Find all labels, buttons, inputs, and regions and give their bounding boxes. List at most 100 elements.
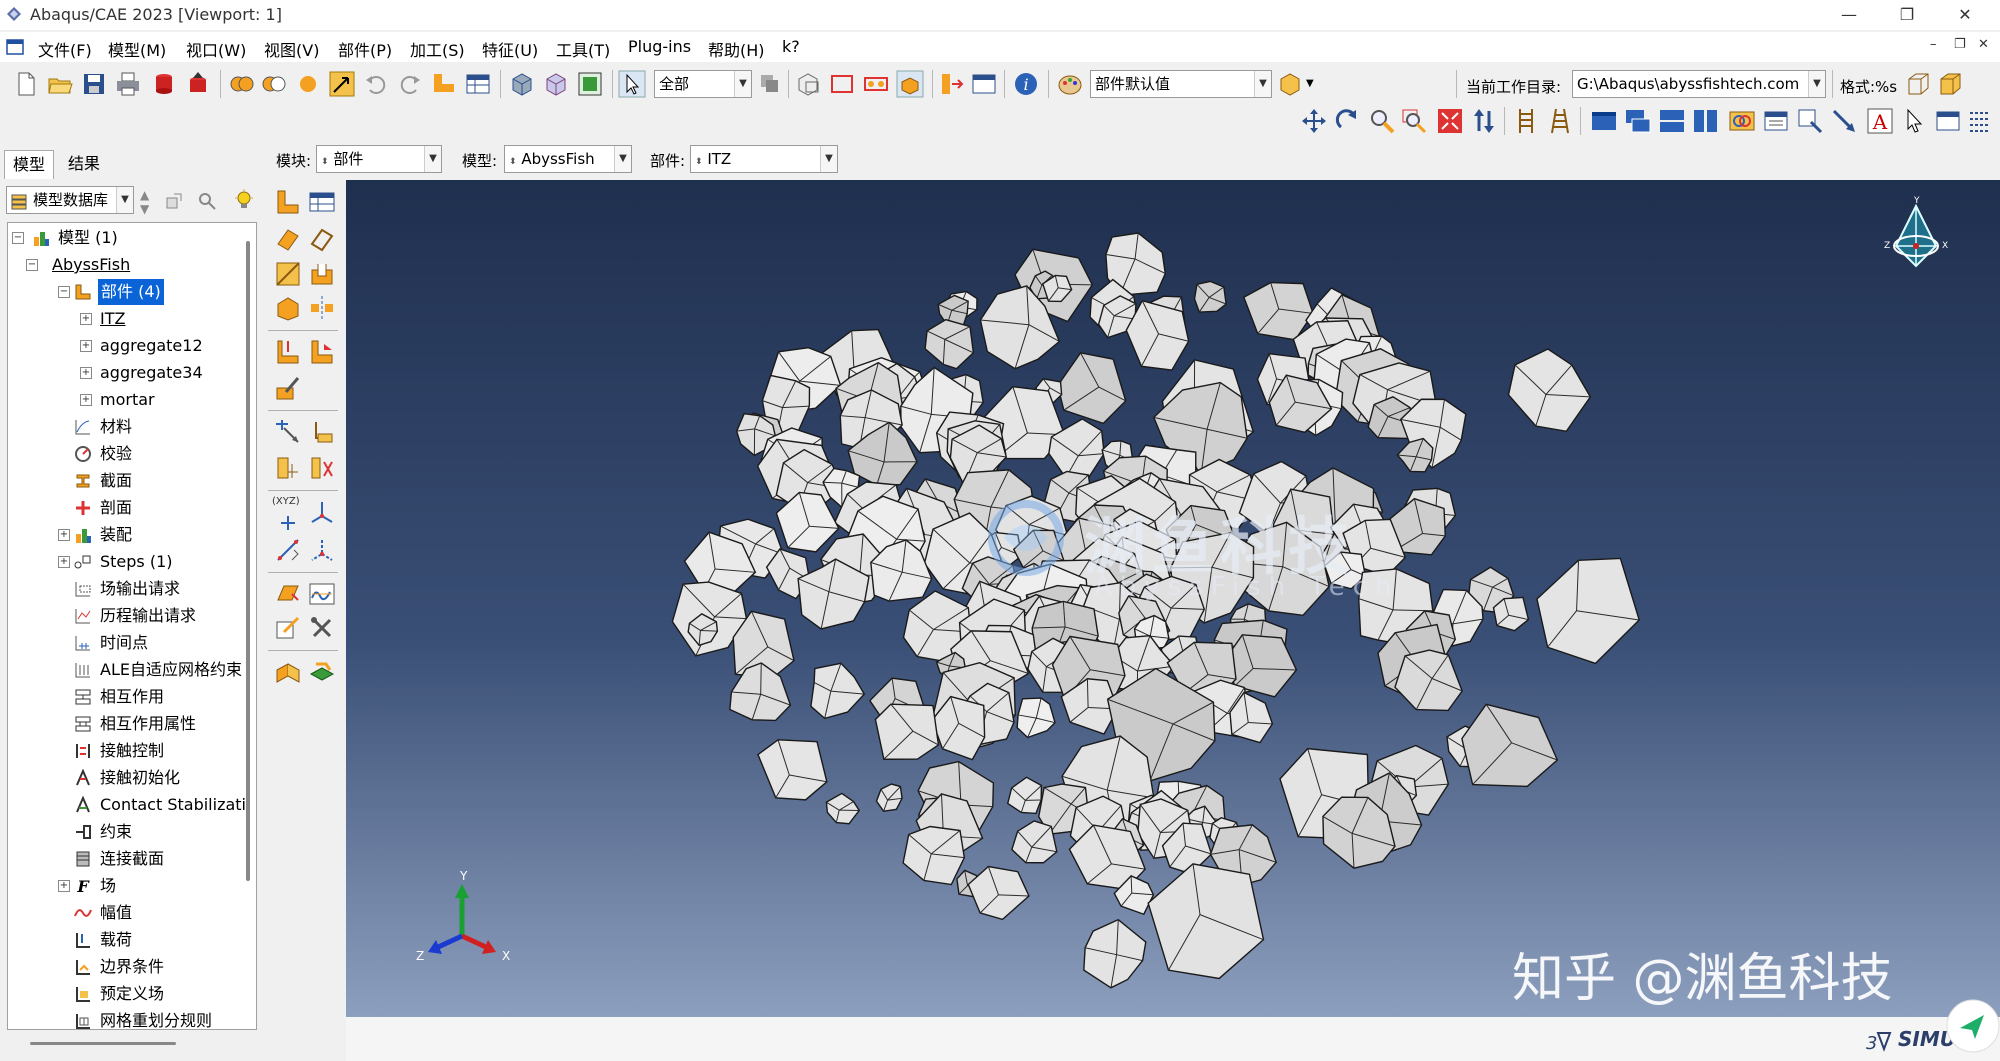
virtual-topology-icon[interactable] [274, 580, 302, 608]
menu-part[interactable]: 部件(P) [338, 37, 392, 61]
rotate-icon[interactable] [1334, 107, 1362, 135]
list-options-icon[interactable] [1966, 107, 1994, 135]
menu-view[interactable]: 视图(V) [264, 37, 319, 61]
close-button[interactable]: ✕ [1942, 0, 1988, 30]
expand-toggle-icon[interactable]: + [80, 313, 92, 325]
partition-cell-icon[interactable] [274, 338, 302, 366]
cycle-views-icon[interactable] [1470, 107, 1498, 135]
context-help-button[interactable]: k? [782, 37, 800, 56]
redo-icon[interactable] [396, 70, 424, 98]
wireframe-icon[interactable] [508, 70, 536, 98]
minimize-button[interactable]: — [1826, 0, 1872, 30]
arrow-annotation-icon[interactable] [1830, 107, 1858, 135]
expand-toggle-icon[interactable]: + [58, 529, 70, 541]
mesh-part-icon[interactable] [308, 658, 336, 686]
feedback-badge-icon[interactable] [1944, 997, 2000, 1055]
aggregate-particle[interactable] [1242, 281, 1314, 341]
view-front-icon[interactable] [1512, 107, 1540, 135]
layout-horizontal-icon[interactable] [1658, 107, 1686, 135]
list-table-icon[interactable] [970, 70, 998, 98]
lightbulb-icon[interactable] [232, 188, 256, 212]
mdi-minimize-button[interactable]: – [1930, 37, 1937, 52]
mirror-icon[interactable] [308, 294, 336, 322]
menu-tools[interactable]: 工具(T) [556, 37, 610, 61]
table-manager-icon[interactable] [464, 70, 492, 98]
aggregate-particle[interactable] [1507, 348, 1592, 433]
select-arrow-icon[interactable] [618, 70, 646, 98]
aggregate-particle[interactable] [1394, 649, 1463, 712]
part-manager-icon[interactable] [308, 188, 336, 216]
menu-file[interactable]: 文件(F) [38, 37, 92, 61]
collapse-toggle-icon[interactable]: − [26, 259, 38, 271]
aggregate-particle[interactable] [825, 792, 861, 825]
aggregate-particle[interactable] [1536, 557, 1640, 665]
render-style-combo[interactable]: 部件默认值 ▼ [1090, 70, 1272, 98]
boolean-union-icon[interactable] [228, 70, 256, 98]
aggregate-particle[interactable] [1193, 280, 1227, 313]
aggregate-particle[interactable] [757, 739, 828, 801]
view-cube-icon[interactable]: Y Z X [1876, 180, 1956, 282]
select-from-viewport-icon[interactable] [794, 70, 822, 98]
pointer-icon[interactable] [1900, 107, 1928, 135]
wire-icon[interactable] [274, 260, 302, 288]
upload-db-icon[interactable] [184, 70, 212, 98]
datum-axis-icon[interactable] [274, 454, 302, 482]
save-icon[interactable] [80, 70, 108, 98]
menu-shape[interactable]: 加工(S) [410, 37, 465, 61]
maximize-button[interactable]: ❐ [1884, 0, 1930, 30]
box-zoom-icon[interactable] [1400, 107, 1428, 135]
tree-horizontal-scrollbar[interactable] [30, 1042, 176, 1045]
expand-toggle-icon[interactable]: + [58, 556, 70, 568]
shaded-icon[interactable] [576, 70, 604, 98]
aggregate-particle[interactable] [1492, 596, 1530, 632]
expand-collapse-icon[interactable]: ▲ ▼ [140, 188, 149, 216]
tab-model[interactable]: 模型 [4, 150, 55, 179]
view-iso-icon[interactable] [1546, 107, 1574, 135]
datum-triad-icon[interactable] [308, 498, 336, 526]
datum-csys-icon[interactable] [308, 454, 336, 482]
datum-line-icon[interactable] [274, 536, 302, 564]
menu-help[interactable]: 帮助(H) [708, 37, 765, 61]
view-options-dropdown-icon[interactable]: ▼ [1306, 78, 1314, 89]
part-assembly-icon[interactable] [274, 658, 302, 686]
partition-icon[interactable] [938, 70, 966, 98]
aggregate-particle[interactable] [967, 865, 1030, 921]
datum-offset-icon[interactable] [308, 536, 336, 564]
aggregate-particle[interactable] [902, 825, 966, 886]
zoom-icon[interactable] [1368, 107, 1396, 135]
pan-icon[interactable] [1300, 107, 1328, 135]
menu-model[interactable]: 模型(M) [108, 37, 166, 61]
view-options-icon[interactable] [1276, 70, 1304, 98]
aggregate-particle[interactable] [1006, 776, 1043, 815]
visibility-toggle-icon[interactable] [896, 70, 924, 98]
partition-face-icon[interactable] [308, 338, 336, 366]
database-icon[interactable] [150, 70, 178, 98]
expand-toggle-icon[interactable]: + [58, 880, 70, 892]
hidden-lines-icon[interactable] [542, 70, 570, 98]
edit-feature-icon[interactable] [274, 374, 302, 402]
datum-point-icon[interactable] [274, 418, 302, 446]
round-chamfer-icon[interactable] [274, 294, 302, 322]
aggregate-particle[interactable] [1461, 703, 1559, 788]
part-combo[interactable]: ⬍ ITZ ▼ [690, 145, 838, 173]
aggregate-particle[interactable] [875, 783, 903, 812]
aggregate-particle[interactable] [1011, 820, 1058, 864]
geometry-tools-icon[interactable] [308, 614, 336, 642]
query-tool-icon[interactable] [328, 70, 356, 98]
undo-icon[interactable] [362, 70, 390, 98]
aggregate-particle[interactable] [1396, 437, 1434, 473]
layout-cascade-icon[interactable] [1624, 107, 1652, 135]
tab-results[interactable]: 结果 [60, 150, 108, 178]
layout-single-icon[interactable] [1590, 107, 1618, 135]
menu-viewport[interactable]: 视口(W) [186, 37, 246, 61]
expand-toggle-icon[interactable]: + [80, 394, 92, 406]
menu-feature[interactable]: 特征(U) [482, 37, 538, 61]
solid-extrude-icon[interactable] [274, 224, 302, 252]
repair-icon[interactable] [308, 580, 336, 608]
print-icon[interactable] [114, 70, 142, 98]
selection-filter-combo[interactable]: 全部 ▼ [654, 70, 752, 98]
text-tool-icon[interactable]: A [1866, 107, 1894, 135]
viewport-annotations-icon[interactable] [1762, 107, 1790, 135]
solid-box-icon[interactable] [1936, 70, 1964, 98]
tree-filter-icon[interactable] [164, 190, 186, 212]
